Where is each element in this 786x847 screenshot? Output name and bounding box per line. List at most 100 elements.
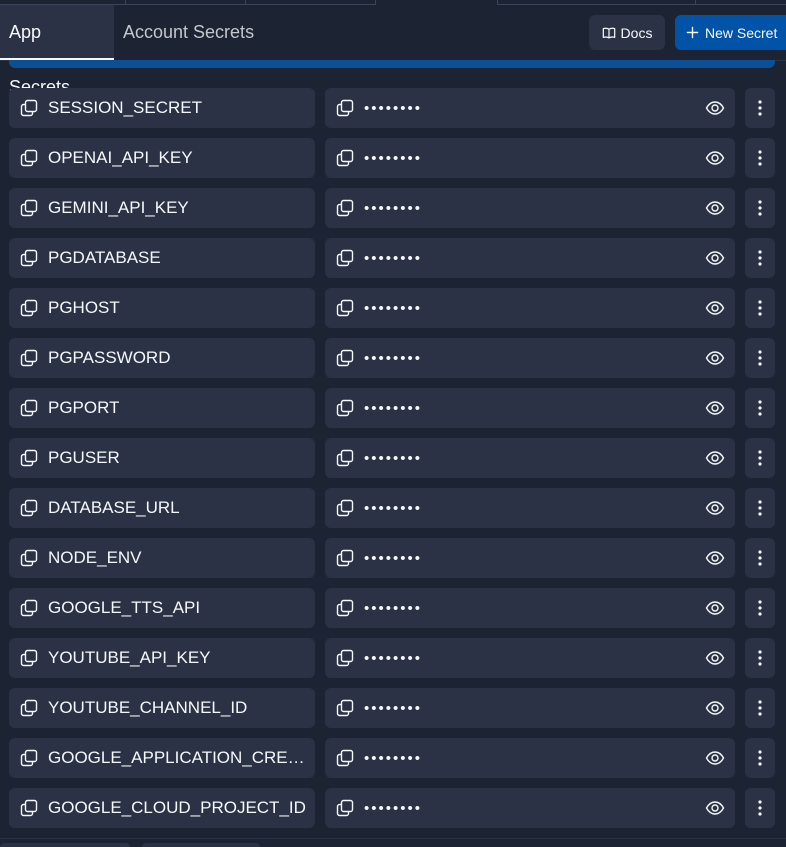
docs-button[interactable]: Docs <box>589 15 665 50</box>
secret-key-field[interactable]: GOOGLE_CLOUD_PROJECT_ID <box>9 788 315 828</box>
more-options-button[interactable] <box>745 638 775 678</box>
eye-icon[interactable] <box>705 598 725 618</box>
copy-icon[interactable] <box>336 349 354 367</box>
secret-value-field[interactable]: •••••••• <box>325 488 735 528</box>
copy-icon[interactable] <box>20 649 38 667</box>
eye-icon[interactable] <box>705 398 725 418</box>
copy-icon[interactable] <box>336 549 354 567</box>
secret-key-field[interactable]: DATABASE_URL <box>9 488 315 528</box>
eye-icon[interactable] <box>705 348 725 368</box>
copy-icon[interactable] <box>20 349 38 367</box>
copy-icon[interactable] <box>336 99 354 117</box>
eye-icon[interactable] <box>705 798 725 818</box>
more-options-button[interactable] <box>745 788 775 828</box>
more-options-button[interactable] <box>745 488 775 528</box>
eye-icon[interactable] <box>705 548 725 568</box>
copy-icon[interactable] <box>336 749 354 767</box>
copy-icon[interactable] <box>20 699 38 717</box>
secret-value-masked: •••••••• <box>364 349 423 367</box>
copy-icon[interactable] <box>20 599 38 617</box>
copy-icon[interactable] <box>336 449 354 467</box>
secret-value-field[interactable]: •••••••• <box>325 538 735 578</box>
copy-icon[interactable] <box>20 449 38 467</box>
more-options-button[interactable] <box>745 738 775 778</box>
eye-icon[interactable] <box>705 98 725 118</box>
secret-key-field[interactable]: PGPORT <box>9 388 315 428</box>
secret-row: GOOGLE_CLOUD_PROJECT_ID •••••••• <box>0 788 786 828</box>
copy-icon[interactable] <box>20 749 38 767</box>
secret-value-field[interactable]: •••••••• <box>325 188 735 228</box>
secret-value-field[interactable]: •••••••• <box>325 688 735 728</box>
eye-icon[interactable] <box>705 298 725 318</box>
secret-key-field[interactable]: PGPASSWORD <box>9 338 315 378</box>
copy-icon[interactable] <box>20 149 38 167</box>
more-options-button[interactable] <box>745 538 775 578</box>
secret-key-field[interactable]: GOOGLE_APPLICATION_CRED... <box>9 738 315 778</box>
copy-icon[interactable] <box>336 649 354 667</box>
eye-icon[interactable] <box>705 498 725 518</box>
copy-icon[interactable] <box>336 799 354 817</box>
eye-icon[interactable] <box>705 248 725 268</box>
secret-key-field[interactable]: GOOGLE_TTS_API <box>9 588 315 628</box>
copy-icon[interactable] <box>336 599 354 617</box>
copy-icon[interactable] <box>20 399 38 417</box>
more-options-button[interactable] <box>745 438 775 478</box>
eye-icon[interactable] <box>705 698 725 718</box>
copy-icon[interactable] <box>336 199 354 217</box>
tab-app-secrets[interactable]: App Secrets <box>0 5 114 97</box>
secret-value-field[interactable]: •••••••• <box>325 438 735 478</box>
more-options-button[interactable] <box>745 238 775 278</box>
more-options-button[interactable] <box>745 138 775 178</box>
secret-key-field[interactable]: SESSION_SECRET <box>9 88 315 128</box>
secret-key-field[interactable]: NODE_ENV <box>9 538 315 578</box>
copy-icon[interactable] <box>336 499 354 517</box>
more-vertical-icon <box>758 450 762 466</box>
secret-value-field[interactable]: •••••••• <box>325 88 735 128</box>
secret-key-field[interactable]: YOUTUBE_API_KEY <box>9 638 315 678</box>
more-options-button[interactable] <box>745 588 775 628</box>
more-options-button[interactable] <box>745 688 775 728</box>
secret-key-field[interactable]: PGDATABASE <box>9 238 315 278</box>
copy-icon[interactable] <box>20 199 38 217</box>
secret-key-field[interactable]: YOUTUBE_CHANNEL_ID <box>9 688 315 728</box>
copy-icon[interactable] <box>20 249 38 267</box>
secret-value-field[interactable]: •••••••• <box>325 388 735 428</box>
new-secret-button[interactable]: New Secret <box>675 15 786 50</box>
eye-icon[interactable] <box>705 648 725 668</box>
copy-icon[interactable] <box>336 399 354 417</box>
secret-value-field[interactable]: •••••••• <box>325 738 735 778</box>
copy-icon[interactable] <box>336 699 354 717</box>
more-options-button[interactable] <box>745 88 775 128</box>
copy-icon[interactable] <box>20 499 38 517</box>
secret-value-field[interactable]: •••••••• <box>325 638 735 678</box>
copy-icon[interactable] <box>336 249 354 267</box>
secret-value-field[interactable]: •••••••• <box>325 238 735 278</box>
secret-value-field[interactable]: •••••••• <box>325 288 735 328</box>
secret-key-field[interactable]: OPENAI_API_KEY <box>9 138 315 178</box>
secret-value-masked: •••••••• <box>364 749 423 767</box>
secret-value-field[interactable]: •••••••• <box>325 588 735 628</box>
secret-row: YOUTUBE_CHANNEL_ID •••••••• <box>0 688 786 728</box>
copy-icon[interactable] <box>336 299 354 317</box>
secret-value-field[interactable]: •••••••• <box>325 338 735 378</box>
copy-icon[interactable] <box>336 149 354 167</box>
eye-icon[interactable] <box>705 148 725 168</box>
tab-account-secrets[interactable]: Account Secrets <box>114 5 263 60</box>
more-options-button[interactable] <box>745 338 775 378</box>
copy-icon[interactable] <box>20 99 38 117</box>
copy-icon[interactable] <box>20 799 38 817</box>
more-vertical-icon <box>758 250 762 266</box>
secret-value-field[interactable]: •••••••• <box>325 788 735 828</box>
more-options-button[interactable] <box>745 288 775 328</box>
eye-icon[interactable] <box>705 448 725 468</box>
eye-icon[interactable] <box>705 748 725 768</box>
copy-icon[interactable] <box>20 299 38 317</box>
more-options-button[interactable] <box>745 388 775 428</box>
more-options-button[interactable] <box>745 188 775 228</box>
secret-key-field[interactable]: PGHOST <box>9 288 315 328</box>
secret-value-field[interactable]: •••••••• <box>325 138 735 178</box>
eye-icon[interactable] <box>705 198 725 218</box>
secret-key-field[interactable]: GEMINI_API_KEY <box>9 188 315 228</box>
copy-icon[interactable] <box>20 549 38 567</box>
secret-key-field[interactable]: PGUSER <box>9 438 315 478</box>
